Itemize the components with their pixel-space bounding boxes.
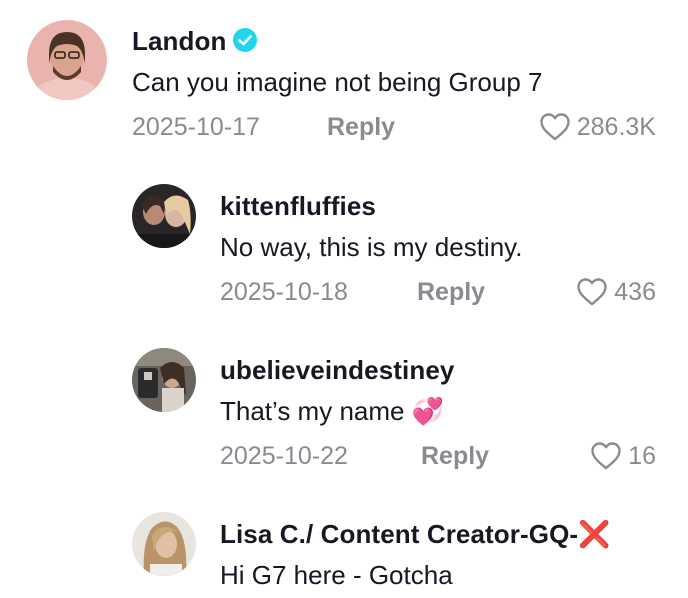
comment-date: 2025-10-22 (220, 442, 348, 470)
comment-date: 2025-10-18 (220, 278, 348, 306)
reply-comment-item: ubelieveindestiney That’s my name 💞 2025… (0, 335, 688, 495)
comment-text: That’s my name 💞 (220, 396, 445, 426)
reply-comment-item: kittenfluffies No way, this is my destin… (0, 170, 688, 330)
username-text: Landon (132, 26, 227, 56)
heart-icon (539, 112, 571, 142)
like-button[interactable]: 436 (576, 277, 656, 307)
username[interactable]: Landon (132, 26, 258, 60)
like-count: 16 (628, 441, 656, 470)
username[interactable]: ubelieveindestiney (220, 355, 454, 386)
avatar[interactable] (132, 184, 196, 248)
reply-button[interactable]: Reply (421, 442, 489, 471)
comment-text: Can you imagine not being Group 7 (132, 67, 543, 97)
like-button[interactable]: 16 (590, 441, 656, 471)
reply-button[interactable]: Reply (417, 278, 485, 307)
like-count: 436 (614, 277, 656, 306)
avatar[interactable] (132, 512, 196, 576)
comment-text: Hi G7 here - Gotcha (220, 560, 453, 590)
comment-date: 2025-10-17 (132, 113, 260, 141)
username[interactable]: kittenfluffies (220, 191, 376, 222)
comment-item: Landon Can you imagine not being Group 7… (0, 0, 688, 160)
avatar[interactable] (27, 20, 107, 100)
verified-badge-icon (232, 27, 258, 60)
avatar[interactable] (132, 348, 196, 412)
like-button[interactable]: 286.3K (539, 112, 656, 142)
reply-comment-item: Lisa C./ Content Creator-GQ-❌ Hi G7 here… (0, 500, 688, 598)
heart-icon (576, 277, 608, 307)
like-count: 286.3K (576, 112, 656, 141)
heart-icon (590, 441, 622, 471)
comment-text: No way, this is my destiny. (220, 232, 523, 262)
username[interactable]: Lisa C./ Content Creator-GQ-❌ (220, 519, 611, 550)
reply-button[interactable]: Reply (327, 113, 395, 142)
